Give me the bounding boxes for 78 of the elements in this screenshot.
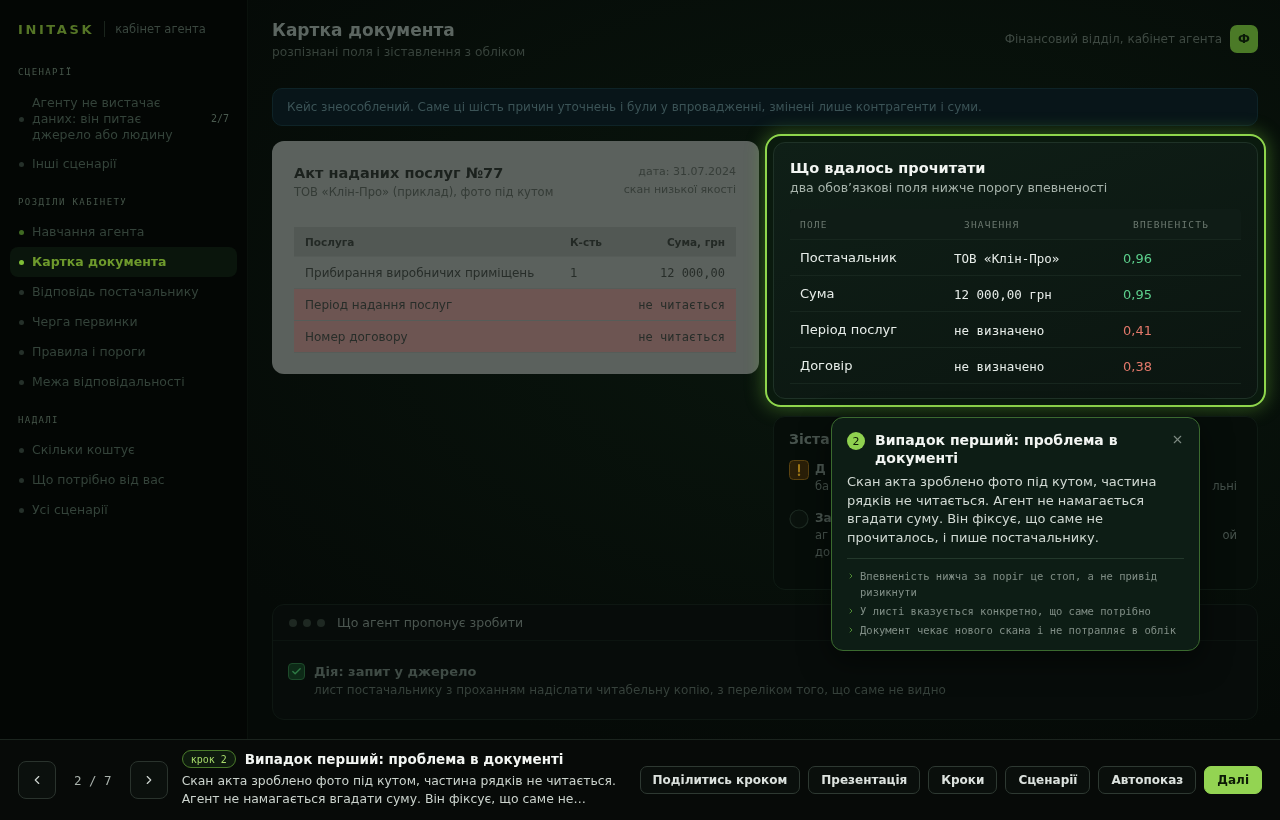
sidebar-item[interactable]: Навчання агента [10, 217, 237, 247]
action-title: Дія: запит у джерело [314, 663, 478, 680]
sidebar-item[interactable]: Інші сценарії [10, 149, 237, 179]
table-cell: 12 000,00 грн [954, 287, 1052, 302]
table-cell-text: Сума [799, 286, 836, 301]
toolbar-button[interactable]: Кроки [928, 766, 998, 794]
dot-icon [303, 618, 311, 627]
toolbar-button[interactable]: Сценарії [1005, 766, 1091, 794]
sidebar-item[interactable]: Усі сценарії [10, 495, 237, 525]
item-text: аг [815, 527, 829, 544]
table-cell: не визначено [954, 359, 1045, 374]
dot-icon [289, 618, 297, 627]
table-cell-text: Період послуг [799, 322, 899, 337]
toolbar-button[interactable]: Далі [1204, 766, 1262, 794]
empty-circle-icon [789, 509, 809, 529]
table-cell: ТОВ «Клін-Про» [954, 251, 1060, 266]
toolbar-button[interactable]: Поділитись кроком [639, 766, 801, 794]
progress-count: 2/7 [210, 112, 229, 126]
sidebar-item[interactable]: Що потрібно від вас [10, 465, 237, 495]
popover-title: Випадок перший: проблема в документі [875, 431, 1119, 467]
confidence-score: 0,38 [1123, 359, 1152, 374]
table-cell-text: Номер договору [304, 329, 409, 344]
section-title: НАДАЛІ [18, 415, 60, 426]
card-title: Зіста [789, 430, 830, 449]
sidebar-item[interactable]: Межа відповідальності [10, 367, 237, 397]
column-header: ПОЛЕ [799, 218, 829, 230]
chevron-icon [847, 572, 855, 580]
user-name: Фінансовий відділ, кабінет агента [1004, 32, 1222, 46]
item-text: ба [815, 478, 830, 495]
check-icon [291, 666, 302, 677]
toolbar-button[interactable]: Презентація [808, 766, 921, 794]
step-title: Випадок перший: проблема в документі [244, 751, 564, 767]
note-text: Документ чекає нового скана і не потрапляє в облік [860, 623, 1177, 638]
section-title: РОЗДІЛИ КАБІНЕТУ [18, 197, 129, 208]
table-cell-text: Договір [799, 358, 854, 373]
step-description: Скан акта зроблено фото під кутом, частина рядків не читається. Агент не намагається вгадати суму. Він фіксує, що саме не… [181, 772, 617, 808]
sidebar-item[interactable]: Агенту не вистачає даних: він питає джерело або людину 2/7 [10, 89, 237, 149]
sidebar-item[interactable]: Черга первинки [10, 307, 237, 337]
document-title: Акт наданих послуг №77 [294, 164, 505, 183]
item-title: За [815, 510, 832, 527]
close-icon[interactable] [1171, 433, 1184, 446]
card-title: Що агент пропонує зробити [337, 615, 524, 630]
sidebar-item[interactable]: Скільки коштує [10, 435, 237, 465]
item-text: до [815, 544, 830, 561]
note-text: У листі вказується конкретно, що саме потрібно [860, 604, 1151, 619]
page-title: Картка документа [272, 19, 456, 42]
item-text: ой [1222, 527, 1237, 544]
column-header: ВПЕВНЕНІСТЬ [1132, 218, 1211, 230]
table-cell: не визначено [954, 323, 1045, 338]
popover-text: Скан акта зроблено фото під кутом, частина рядків не читається. Агент не намагається вгадати суму. Він фіксує, що саме не прочиталось, і пише постачальнику. [847, 473, 1158, 547]
chevron-icon [847, 607, 855, 615]
step-number: 2 [847, 432, 865, 450]
sidebar-item[interactable]: Картка документа [10, 247, 237, 277]
sidebar-item[interactable]: Відповідь постачальнику [10, 277, 237, 307]
dot-icon [317, 618, 325, 627]
item-title: Д [815, 461, 826, 478]
table-cell-text: не читається [637, 297, 726, 312]
chevron-icon [847, 626, 855, 634]
logo-caption: кабінет агента [115, 22, 206, 36]
checkbox[interactable] [288, 663, 305, 680]
user-avatar[interactable]: Ф [1230, 25, 1258, 53]
confidence-score: 0,96 [1123, 251, 1152, 266]
confidence-score: 0,95 [1123, 287, 1152, 302]
warning-icon [789, 460, 809, 480]
logo: INITASK [18, 21, 95, 37]
section-title: СЦЕНАРІЇ [18, 67, 74, 78]
confidence-score: 0,41 [1123, 323, 1152, 338]
table-cell-text: Період надання послуг [304, 297, 454, 312]
panel-title: Що вдалось прочитати [790, 159, 987, 178]
table-cell-text: не читається [637, 329, 726, 344]
item-text: льні [1212, 478, 1237, 495]
panel-subtitle: два обов’язкові поля нижче порогу впевненості [790, 180, 1109, 195]
step-badge: крок 2 [181, 750, 236, 768]
toolbar-button[interactable]: Автопоказ [1098, 766, 1197, 794]
table-cell-text: Постачальник [799, 250, 898, 265]
note-text: Впевненість нижча за поріг це стоп, а не привід ризикнути [860, 569, 1159, 600]
column-header: ЗНАЧЕННЯ [963, 218, 1021, 230]
step-counter: 2 / 7 [74, 772, 112, 788]
